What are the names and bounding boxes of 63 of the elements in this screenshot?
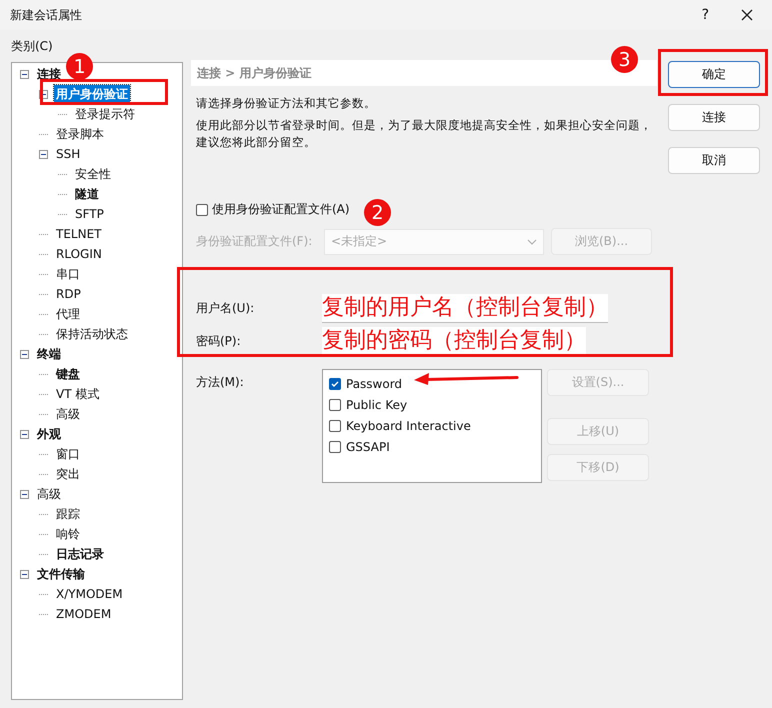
tree-item[interactable]: 登录脚本 bbox=[54, 124, 106, 144]
password-field[interactable]: 复制的密码（控制台复制） bbox=[322, 326, 586, 356]
tree-item[interactable]: 用户身份验证 bbox=[54, 84, 130, 104]
number-badge: 1 bbox=[66, 53, 93, 80]
category-label: 类别(C) bbox=[11, 38, 54, 54]
collapse-icon[interactable] bbox=[39, 150, 48, 158]
field-label: 方法(M): bbox=[196, 374, 245, 391]
checkbox[interactable] bbox=[329, 440, 341, 452]
tree-item[interactable]: 跟踪 bbox=[54, 504, 82, 524]
field-label: 密码(P): bbox=[196, 332, 242, 350]
dialog-button[interactable]: 连接 bbox=[668, 104, 760, 131]
username-field[interactable]: 复制的用户名（控制台复制） bbox=[322, 294, 608, 322]
chevron-down-icon bbox=[527, 238, 537, 244]
collapse-icon[interactable] bbox=[20, 430, 29, 438]
tree-item[interactable]: 登录提示符 bbox=[73, 104, 137, 124]
tree-item[interactable]: TELNET bbox=[54, 226, 104, 242]
help-button[interactable]: ? bbox=[702, 7, 709, 23]
description-text: 请选择身份验证方法和其它参数。 bbox=[195, 95, 377, 112]
checkbox[interactable] bbox=[329, 420, 341, 432]
description-text: 使用此部分以节省登录时间。但是，为了最大限度地提高安全性，如果担心安全问题，建议您将此部分留空。 bbox=[195, 117, 653, 151]
checkbox-label: Public Key bbox=[346, 398, 408, 412]
collapse-icon[interactable] bbox=[20, 490, 29, 498]
checkbox[interactable] bbox=[196, 204, 208, 216]
tree-item[interactable]: 日志记录 bbox=[54, 544, 106, 564]
checkbox-label: GSSAPI bbox=[346, 440, 390, 454]
arrow-icon bbox=[413, 372, 519, 386]
tree-item[interactable]: 串口 bbox=[54, 264, 82, 284]
tree-item[interactable]: 突出 bbox=[54, 464, 82, 484]
checkbox-label: Keyboard Interactive bbox=[346, 418, 471, 432]
tree-item[interactable]: VT 模式 bbox=[54, 384, 102, 404]
dialog-button[interactable]: 确定 bbox=[668, 61, 760, 88]
field-label: 身份验证配置文件(F): bbox=[196, 233, 314, 250]
tree-item[interactable]: SSH bbox=[54, 146, 82, 162]
checkbox[interactable] bbox=[329, 398, 341, 410]
tree-item[interactable]: 高级 bbox=[54, 404, 82, 424]
check-icon bbox=[330, 378, 340, 388]
field-label: 用户名(U): bbox=[196, 300, 256, 316]
tree-item[interactable]: RLOGIN bbox=[54, 246, 104, 262]
tree-item[interactable]: 安全性 bbox=[73, 164, 113, 184]
collapse-icon[interactable] bbox=[20, 70, 29, 78]
checkbox-label: Password bbox=[346, 376, 402, 390]
tree-item[interactable]: 窗口 bbox=[54, 444, 82, 464]
tree-item[interactable]: 高级 bbox=[35, 484, 63, 504]
window-title: 新建会话属性 bbox=[10, 6, 83, 24]
tree-item[interactable]: 代理 bbox=[54, 304, 82, 324]
tree-item[interactable]: 外观 bbox=[35, 424, 63, 444]
checkbox[interactable] bbox=[329, 378, 341, 390]
tree-item[interactable]: RDP bbox=[54, 286, 83, 302]
collapse-icon[interactable] bbox=[20, 350, 29, 358]
tree-item[interactable]: SFTP bbox=[73, 206, 106, 222]
close-icon[interactable] bbox=[741, 9, 753, 21]
dialog-button[interactable]: 取消 bbox=[668, 147, 760, 174]
tree-item[interactable]: X/YMODEM bbox=[54, 586, 125, 602]
tree-item[interactable]: 隧道 bbox=[73, 184, 101, 204]
checkbox-label: 使用身份验证配置文件(A) bbox=[212, 201, 350, 218]
tree-item[interactable]: 键盘 bbox=[54, 364, 82, 384]
tree-item[interactable]: ZMODEM bbox=[54, 606, 114, 622]
tree-item[interactable]: 响铃 bbox=[54, 524, 82, 544]
number-badge: 2 bbox=[364, 199, 391, 226]
tree-item[interactable]: 终端 bbox=[35, 344, 63, 364]
tree-item[interactable]: 保持活动状态 bbox=[54, 324, 130, 344]
tree-item[interactable]: 文件传输 bbox=[35, 564, 87, 584]
collapse-icon[interactable] bbox=[20, 570, 29, 578]
